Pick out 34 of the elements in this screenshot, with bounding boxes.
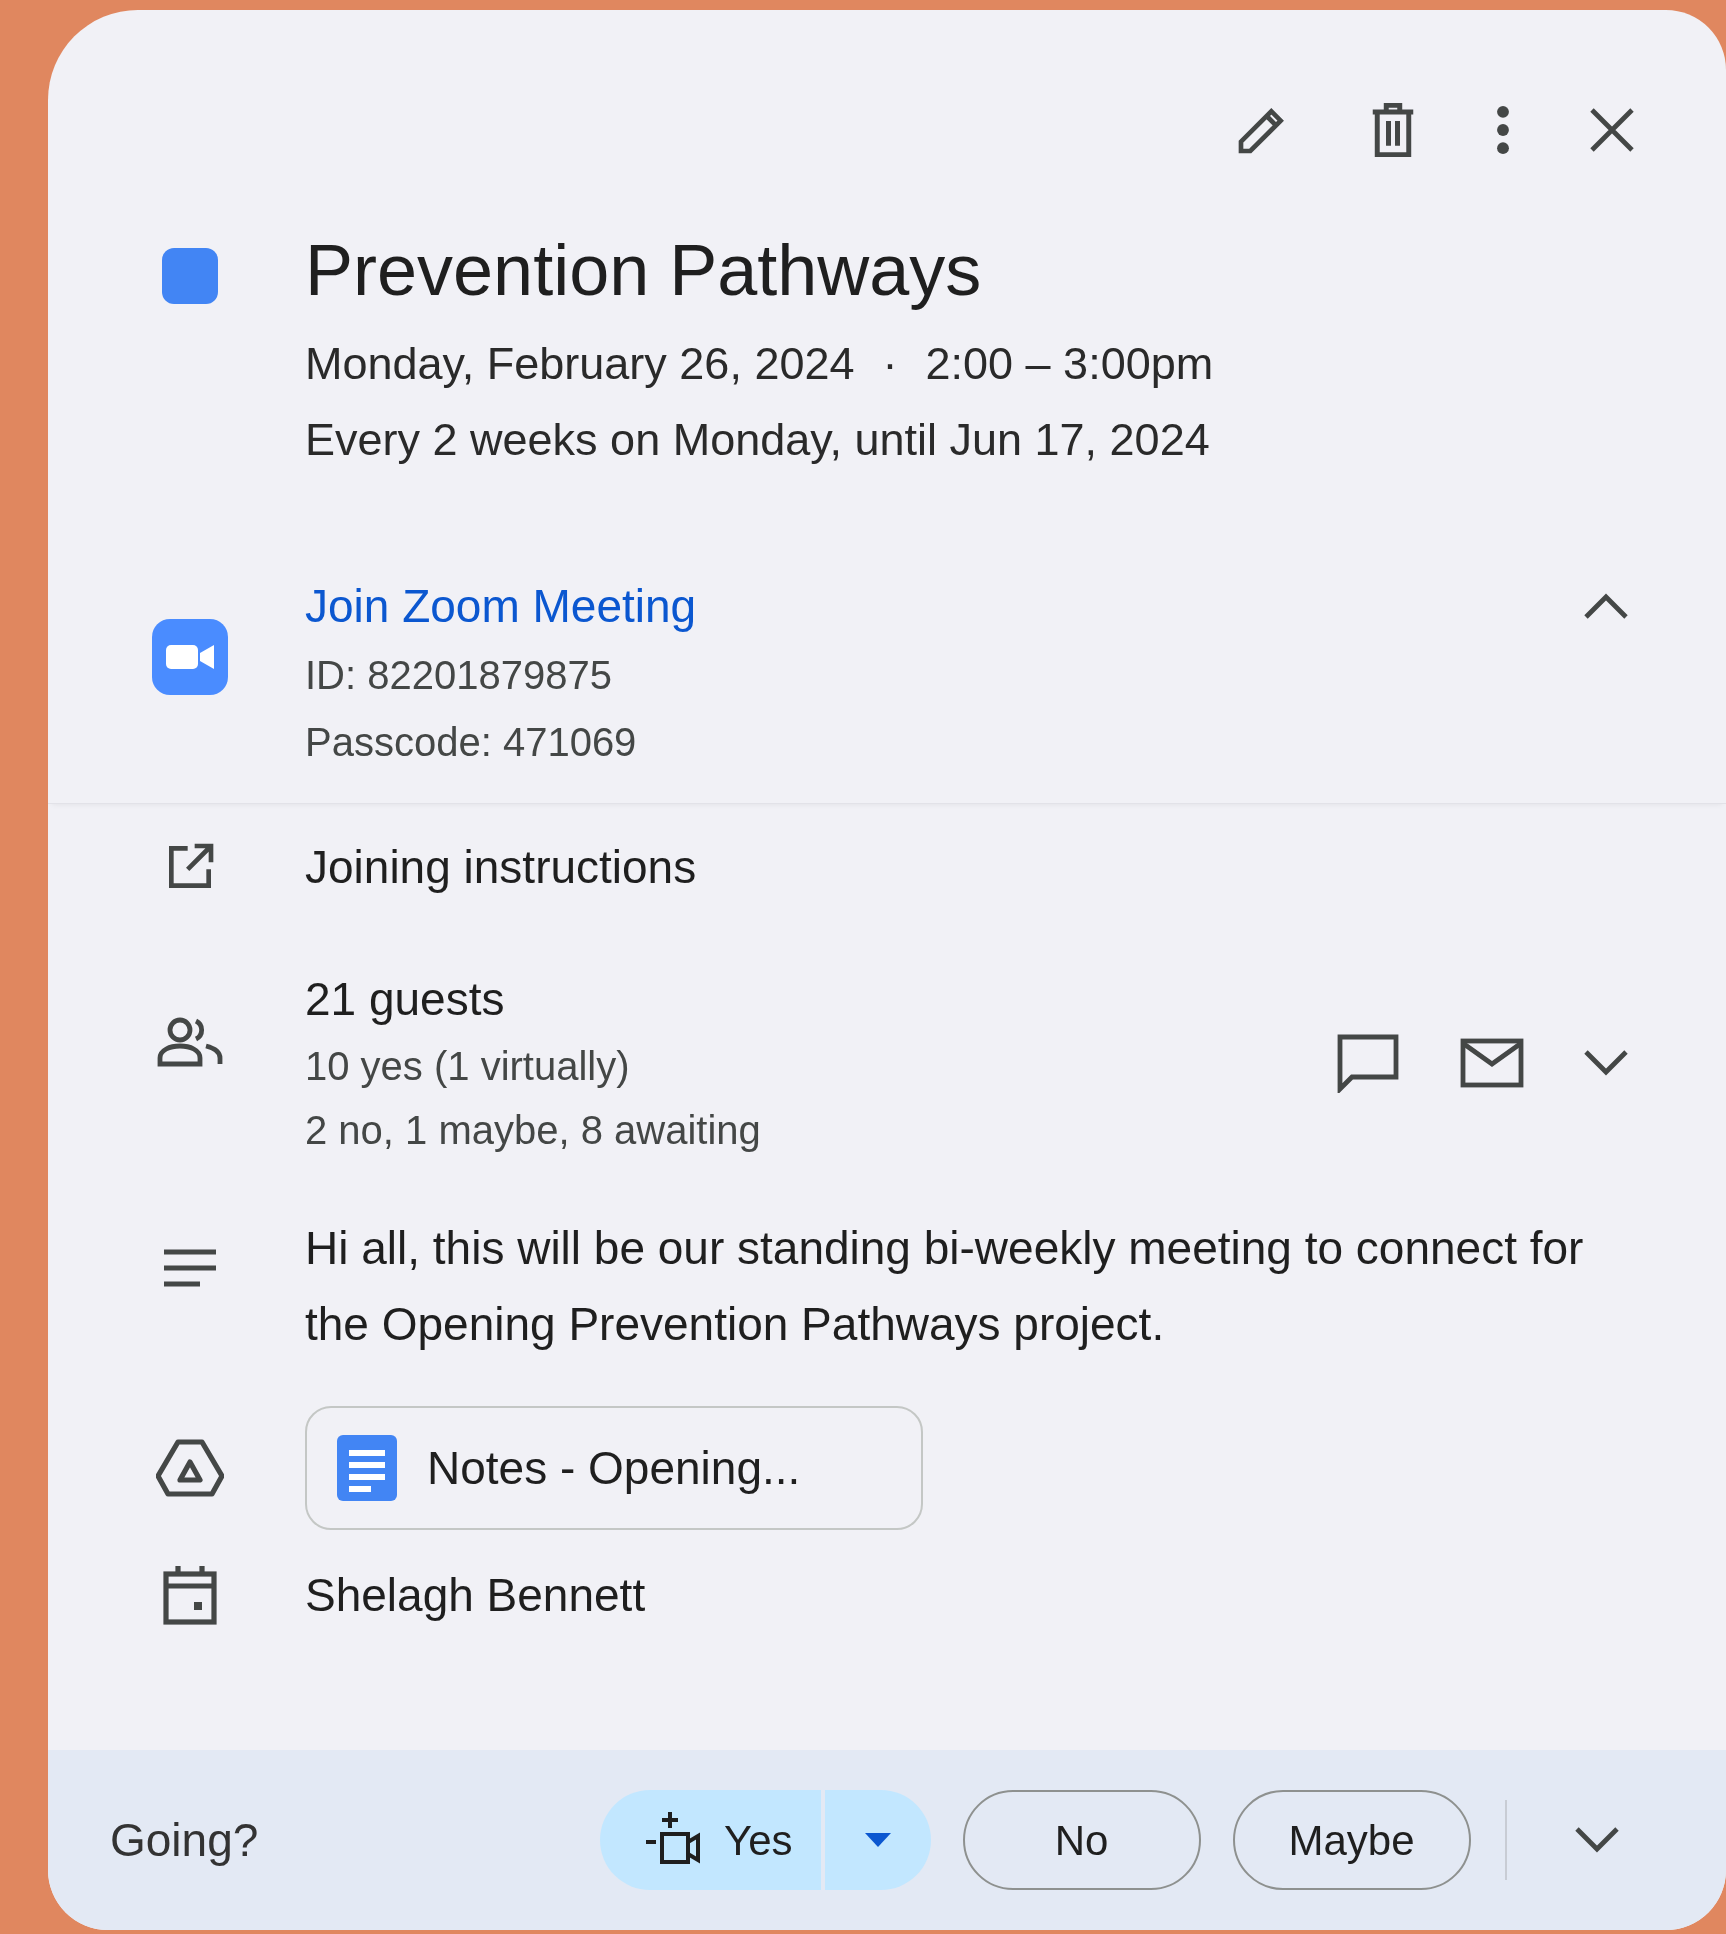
document-icon xyxy=(337,1435,397,1501)
event-color-square xyxy=(162,248,218,304)
description-icon xyxy=(162,1248,218,1288)
rsvp-button[interactable]: No xyxy=(962,1790,1201,1890)
mail-icon[interactable] xyxy=(1460,1038,1524,1088)
chat-bubble-icon[interactable] xyxy=(1336,1033,1400,1093)
rsvp-button[interactable]: Maybe xyxy=(1232,1790,1471,1890)
event-date: Monday, February 26, 2024 xyxy=(305,337,855,391)
close-icon[interactable] xyxy=(1590,108,1634,152)
calendar-icon xyxy=(162,1564,218,1626)
event-time: 2:00 – 3:00pm xyxy=(925,337,1214,391)
separator-dot: · xyxy=(882,337,898,391)
recurrence-text: Every 2 weeks on Monday, until Jun 17, 2024 xyxy=(305,413,1211,467)
join-meeting-link[interactable]: Join Zoom Meeting xyxy=(305,571,697,641)
dropdown-arrow-icon xyxy=(864,1833,891,1847)
event-title: Prevention Pathways xyxy=(305,229,983,312)
joining-instructions-link[interactable]: Joining instructions xyxy=(305,832,697,902)
guest-count: 21 guests xyxy=(305,972,506,1027)
trash-icon[interactable] xyxy=(1370,103,1416,157)
rsvp-yes-button[interactable]: Yes xyxy=(600,1790,821,1890)
attachment-chip[interactable]: Notes - Opening... xyxy=(305,1406,923,1530)
video-camera-icon xyxy=(152,619,228,695)
event-description: Hi all, this will be our standing bi-weekly meeting to connect for the Opening Prevention Pathways project. xyxy=(305,1221,1585,1352)
guest-yes-summary: 10 yes (1 virtually) xyxy=(305,1043,631,1090)
more-options-icon[interactable] xyxy=(1496,105,1510,155)
chevron-down-icon[interactable] xyxy=(1574,1827,1619,1853)
rsvp-prompt: Going? xyxy=(110,1812,260,1868)
drive-icon xyxy=(156,1438,224,1498)
meeting-id: ID: 82201879875 xyxy=(305,652,613,699)
guest-other-summary: 2 no, 1 maybe, 8 awaiting xyxy=(305,1107,762,1154)
organizer-name: Shelagh Bennett xyxy=(305,1568,646,1623)
chevron-down-icon[interactable] xyxy=(1584,1050,1628,1076)
meeting-passcode: Passcode: 471069 xyxy=(305,719,638,766)
chevron-up-icon[interactable] xyxy=(1584,593,1628,619)
